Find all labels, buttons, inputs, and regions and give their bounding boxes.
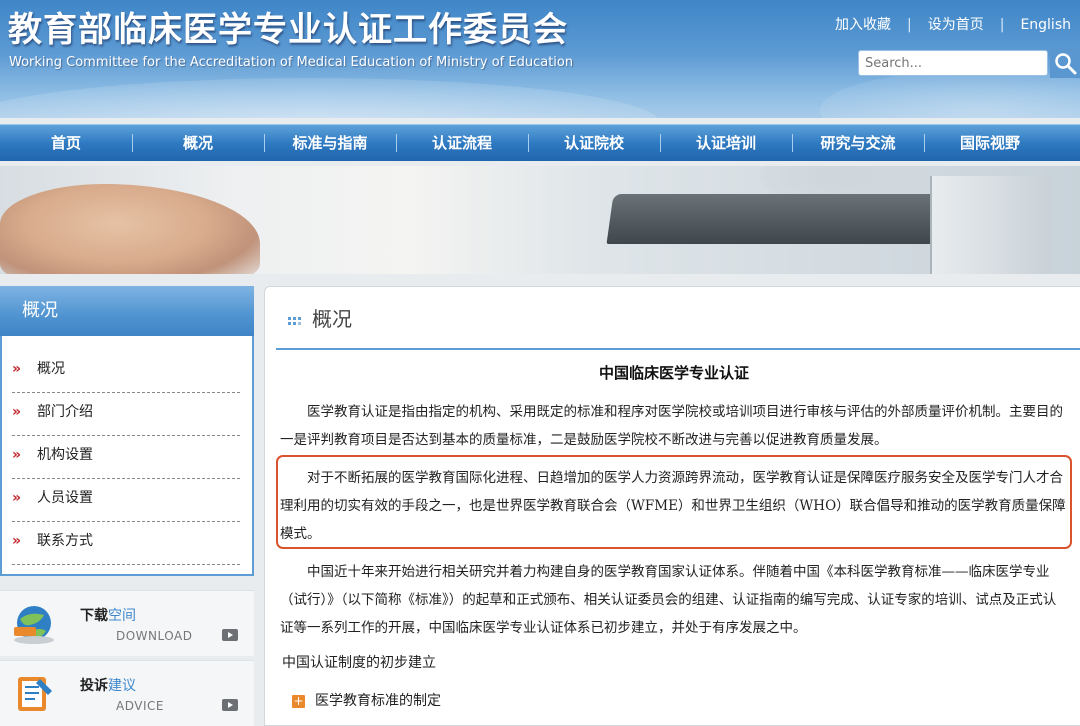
play-arrow-icon: [222, 629, 238, 641]
main-nav: 首页 概况 标准与指南 认证流程 认证院校 认证培训 研究与交流 国际视野: [0, 124, 1080, 161]
widget-subtitle: DOWNLOAD: [116, 629, 193, 643]
widget-title: 投诉建议: [80, 678, 136, 694]
sidebar-item-departments[interactable]: » 部门介绍: [12, 393, 240, 436]
widget-subtitle: ADVICE: [116, 699, 164, 713]
sidebar-item-organization[interactable]: » 机构设置: [12, 436, 240, 479]
bullet-icon: »: [12, 490, 22, 506]
nav-item-process[interactable]: 认证流程: [396, 125, 528, 161]
sidebar-item-label: 人员设置: [37, 490, 94, 506]
expand-plus-icon: +: [292, 693, 305, 708]
expandable-item-label: 医学教育标准的制定: [315, 693, 441, 709]
set-homepage-link[interactable]: 设为首页: [928, 17, 984, 33]
banner-hands: [0, 184, 260, 274]
site-subtitle: Working Committee for the Accreditation …: [9, 55, 574, 70]
bullet-icon: »: [12, 447, 22, 463]
site-header: 教育部临床医学专业认证工作委员会 Working Committee for t…: [0, 0, 1080, 118]
sidebar-item-contact[interactable]: » 联系方式: [12, 522, 240, 565]
banner-operating-table: [606, 194, 974, 244]
sidebar-item-overview[interactable]: » 概况: [12, 350, 240, 393]
nav-item-international[interactable]: 国际视野: [924, 125, 1056, 161]
bullet-icon: »: [12, 361, 22, 377]
widget-title: 下载空间: [80, 608, 136, 624]
sidebar-item-label: 联系方式: [37, 533, 94, 549]
link-separator: |: [999, 17, 1005, 33]
bullet-icon: »: [12, 404, 22, 420]
play-arrow-icon: [222, 699, 238, 711]
article-paragraph: 中国近十年来开始进行相关研究并着力构建自身的医学教育国家认证体系。伴随着中国《本…: [280, 564, 1057, 636]
header-decoration: [820, 70, 1080, 118]
sidebar-item-label: 部门介绍: [37, 404, 94, 420]
article-title: 中国临床医学专业认证: [598, 364, 749, 382]
grid-dots-icon: [288, 316, 301, 325]
banner-equipment: [930, 176, 1052, 274]
nav-item-overview[interactable]: 概况: [132, 125, 264, 161]
complaint-clipboard-icon: [18, 677, 52, 711]
content-heading: 概况: [288, 303, 352, 332]
link-separator: |: [907, 17, 912, 33]
expandable-item[interactable]: + 医学教育标准的制定: [292, 690, 441, 710]
site-title: 教育部临床医学专业认证工作委员会: [8, 10, 568, 50]
bullet-icon: »: [12, 533, 22, 549]
english-link[interactable]: English: [1020, 17, 1071, 33]
nav-item-schools[interactable]: 认证院校: [528, 125, 660, 161]
advice-widget[interactable]: 投诉建议 ADVICE: [0, 660, 254, 726]
sidebar-item-label: 机构设置: [37, 447, 94, 463]
sidebar-title: 概况: [0, 286, 254, 336]
article-paragraph-highlighted: 对于不断拓展的医学教育国际化进程、日趋增加的医学人力资源跨界流动，医学教育认证是…: [280, 470, 1066, 542]
nav-item-research[interactable]: 研究与交流: [792, 125, 924, 161]
search-input[interactable]: [858, 50, 1048, 76]
search-button[interactable]: [1050, 48, 1080, 78]
sidebar-item-label: 概况: [37, 361, 66, 377]
download-widget[interactable]: 下载空间 DOWNLOAD: [0, 590, 254, 656]
top-links: 加入收藏 | 设为首页 | English: [835, 14, 1071, 34]
banner-image: [0, 166, 1080, 274]
sidebar-item-staff[interactable]: » 人员设置: [12, 479, 240, 522]
article-paragraph: 医学教育认证是指由指定的机构、采用既定的标准和程序对医学院校或培训项目进行审核与…: [280, 404, 1063, 448]
nav-item-home[interactable]: 首页: [0, 125, 132, 161]
nav-item-training[interactable]: 认证培训: [660, 125, 792, 161]
search-icon: [1055, 53, 1077, 75]
sidebar-menu: » 概况 » 部门介绍 » 机构设置 » 人员设置 » 联系方式: [12, 350, 240, 565]
add-favorite-link[interactable]: 加入收藏: [835, 17, 891, 33]
nav-item-standards[interactable]: 标准与指南: [264, 125, 396, 161]
globe-download-icon: [14, 606, 54, 644]
heading-divider: [276, 348, 1080, 350]
header-decoration: [0, 78, 660, 118]
content-heading-label: 概况: [312, 307, 352, 331]
section-title: 中国认证制度的初步建立: [282, 655, 436, 671]
